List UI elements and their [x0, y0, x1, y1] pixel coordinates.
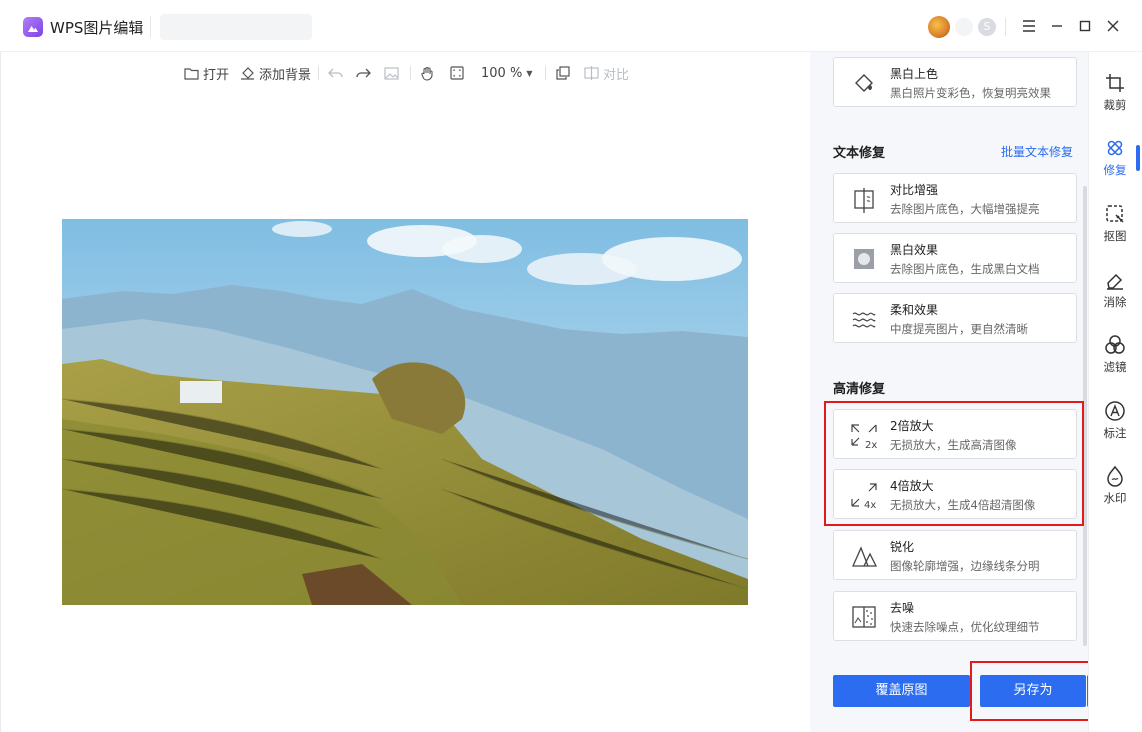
colorize-card[interactable]: 黑白上色 黑白照片变彩色，恢复明亮效果 — [833, 57, 1077, 107]
maximize-button[interactable] — [1072, 14, 1098, 40]
image-icon — [384, 66, 399, 80]
fit-screen-button[interactable] — [450, 62, 464, 84]
fit-screen-icon — [450, 66, 464, 80]
rail-item-eraser[interactable]: 消除 — [1092, 269, 1138, 310]
card-desc: 去除图片底色，大幅增强提亮 — [890, 202, 1040, 216]
contrast-doc-icon — [854, 188, 874, 213]
crop-icon — [1106, 74, 1124, 92]
filter-icon — [1105, 335, 1125, 354]
copy-icon — [556, 66, 570, 80]
repair-icon — [1107, 140, 1123, 156]
toolbar-divider — [410, 66, 411, 80]
user-avatar[interactable] — [928, 16, 950, 38]
watermark-icon — [1107, 465, 1123, 487]
rail-item-repair[interactable]: 修复 — [1092, 137, 1138, 178]
compare-button[interactable]: 对比 — [584, 62, 629, 84]
card-title: 黑白效果 — [890, 243, 939, 257]
card-desc: 快速去除噪点，优化纹理细节 — [890, 620, 1040, 634]
close-button[interactable] — [1100, 14, 1126, 40]
card-title: 去噪 — [890, 601, 915, 615]
card-title: 对比增强 — [890, 183, 939, 197]
rail-label: 抠图 — [1103, 229, 1127, 243]
landscape-image — [62, 219, 748, 605]
rail-label: 修复 — [1103, 163, 1127, 177]
minimize-button[interactable] — [1044, 14, 1070, 40]
denoise-card[interactable]: 去噪 快速去除噪点，优化纹理细节 — [833, 591, 1077, 641]
folder-icon — [184, 67, 199, 80]
rail-item-annotate[interactable]: 标注 — [1092, 400, 1138, 441]
denoise-icon — [852, 606, 876, 628]
hand-icon — [421, 66, 433, 81]
overwrite-original-button[interactable]: 覆盖原图 — [833, 675, 970, 707]
paint-bucket-icon — [855, 74, 873, 92]
paint-bucket-icon — [241, 67, 254, 80]
hd-repair-heading: 高清修复 — [833, 382, 886, 397]
compare-label: 对比 — [603, 67, 630, 83]
card-desc: 黑白照片变彩色，恢复明亮效果 — [890, 86, 1051, 100]
title-divider — [150, 16, 151, 38]
zoom-value: 100 % — [481, 65, 523, 81]
compare-icon — [584, 66, 599, 80]
highlight-hd-options — [824, 401, 1084, 526]
batch-text-repair-link[interactable]: 批量文本修复 — [1001, 143, 1073, 160]
rail-label: 标注 — [1103, 426, 1127, 440]
redo-button[interactable] — [356, 62, 371, 84]
window-divider — [1005, 18, 1006, 36]
card-title: 锐化 — [890, 540, 915, 554]
app-title: WPS图片编辑 — [50, 19, 144, 37]
copy-button[interactable] — [556, 62, 570, 84]
card-desc: 中度提亮图片，更自然清晰 — [890, 322, 1028, 336]
bw-doc-icon — [854, 249, 874, 269]
contrast-enhance-card[interactable]: 对比增强 去除图片底色，大幅增强提亮 — [833, 173, 1077, 223]
toolbar-divider — [318, 66, 319, 80]
title-bar: WPS图片编辑 S — [0, 0, 1142, 52]
open-button[interactable]: 打开 — [184, 62, 229, 84]
text-repair-heading: 文本修复 — [833, 146, 886, 161]
card-desc: 图像轮廓增强，边缘线条分明 — [890, 559, 1040, 573]
app-logo-icon — [23, 17, 43, 37]
toolbar-divider — [545, 66, 546, 80]
rail-item-watermark[interactable]: 水印 — [1092, 465, 1138, 506]
edited-photo[interactable] — [62, 219, 748, 605]
black-white-card[interactable]: 黑白效果 去除图片底色，生成黑白文档 — [833, 233, 1077, 283]
menu-icon[interactable] — [1016, 14, 1042, 40]
add-background-button[interactable]: 添加背景 — [240, 62, 311, 84]
sharpen-icon — [851, 546, 878, 567]
zoom-dropdown[interactable]: 100 % ▼ — [481, 62, 532, 84]
add-background-label: 添加背景 — [259, 67, 312, 83]
rail-label: 消除 — [1103, 295, 1127, 309]
undo-icon — [328, 68, 343, 77]
cutout-icon — [1106, 205, 1124, 223]
card-desc: 去除图片底色，生成黑白文档 — [890, 262, 1040, 276]
document-tab[interactable] — [160, 14, 312, 40]
rail-item-cutout[interactable]: 抠图 — [1092, 203, 1138, 244]
eraser-icon — [1107, 273, 1123, 290]
chevron-down-icon: ▼ — [526, 68, 533, 78]
soft-effect-card[interactable]: 柔和效果 中度提亮图片，更自然清晰 — [833, 293, 1077, 343]
hand-tool-button[interactable] — [420, 62, 435, 84]
redo-icon — [356, 68, 371, 77]
card-title: 柔和效果 — [890, 303, 939, 317]
rail-item-filter[interactable]: 滤镜 — [1092, 334, 1138, 375]
annotate-icon — [1105, 401, 1125, 421]
rail-label: 滤镜 — [1103, 360, 1127, 374]
rail-label: 水印 — [1103, 491, 1127, 505]
coin-icon[interactable]: S — [978, 18, 996, 36]
undo-button[interactable] — [328, 62, 343, 84]
rail-item-crop[interactable]: 裁剪 — [1092, 72, 1138, 113]
image-button[interactable] — [384, 62, 399, 84]
wave-icon — [852, 312, 876, 328]
vip-badge-icon[interactable] — [955, 18, 973, 36]
rail-label: 裁剪 — [1103, 98, 1127, 112]
sharpen-card[interactable]: 锐化 图像轮廓增强，边缘线条分明 — [833, 530, 1077, 580]
open-label: 打开 — [203, 67, 230, 83]
card-title: 黑白上色 — [890, 67, 939, 81]
